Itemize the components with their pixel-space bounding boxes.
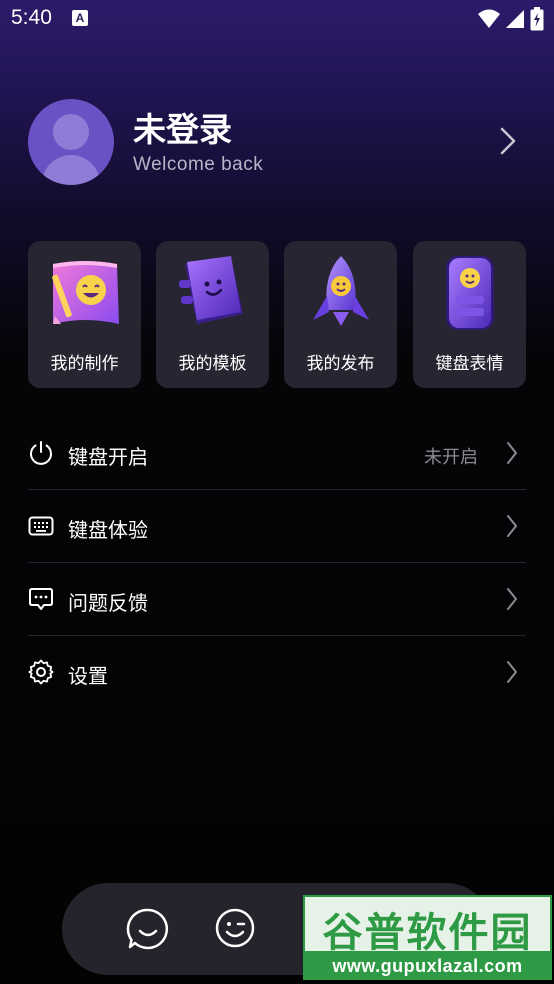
card-label: 我的制作 bbox=[50, 354, 119, 374]
menu-item-keyboard-enable[interactable]: 键盘开启 未开启 bbox=[28, 417, 526, 490]
rocket-icon bbox=[313, 256, 369, 326]
purple-book-icon bbox=[179, 256, 243, 324]
smiley-notebook-icon bbox=[52, 261, 119, 324]
emoji-phone-icon bbox=[446, 256, 494, 330]
menu-label: 键盘开启 bbox=[68, 445, 148, 469]
card-keyboard-emoji[interactable]: 键盘表情 bbox=[413, 241, 526, 388]
menu-item-feedback[interactable]: 问题反馈 bbox=[28, 563, 526, 636]
watermark: 谷普软件园 www.gupuxlazal.com bbox=[303, 895, 552, 980]
keyboard-icon bbox=[28, 516, 54, 536]
status-time: 5:40 bbox=[11, 6, 52, 29]
watermark-panel: 谷普软件园 bbox=[303, 895, 552, 956]
feedback-icon bbox=[29, 588, 53, 610]
notification-icon: A bbox=[72, 10, 88, 26]
menu-item-settings[interactable]: 设置 bbox=[28, 636, 526, 709]
avatar[interactable] bbox=[28, 99, 114, 185]
chevron-right-icon bbox=[507, 588, 517, 610]
profile-subtitle: Welcome back bbox=[133, 154, 264, 175]
watermark-title: 谷普软件园 bbox=[322, 910, 533, 956]
avatar-body bbox=[42, 155, 100, 185]
menu-status: 未开启 bbox=[424, 447, 478, 468]
gear-icon bbox=[28, 659, 54, 685]
card-label: 我的发布 bbox=[306, 354, 375, 374]
status-icons bbox=[478, 7, 544, 31]
chevron-right-icon bbox=[507, 661, 517, 683]
chevron-right-icon[interactable] bbox=[500, 127, 516, 155]
power-icon bbox=[30, 441, 52, 465]
watermark-url: www.gupuxlazal.com bbox=[303, 953, 552, 980]
chat-bubble-icon[interactable] bbox=[126, 907, 170, 951]
wifi-icon bbox=[478, 9, 500, 28]
card-label: 我的模板 bbox=[178, 354, 247, 374]
battery-icon bbox=[530, 7, 544, 31]
feature-cards: 我的制作 我的模板 我的发布 键盘表情 bbox=[28, 241, 526, 388]
menu-item-keyboard-trial[interactable]: 键盘体验 bbox=[28, 490, 526, 563]
card-my-templates[interactable]: 我的模板 bbox=[156, 241, 269, 388]
avatar-head bbox=[53, 114, 89, 150]
profile-name: 未登录 bbox=[133, 110, 232, 149]
profile-header[interactable]: 未登录 Welcome back bbox=[28, 99, 526, 185]
status-bar: 5:40 A bbox=[0, 0, 554, 38]
card-my-publications[interactable]: 我的发布 bbox=[284, 241, 397, 388]
wink-face-icon[interactable] bbox=[214, 907, 256, 949]
signal-icon bbox=[506, 10, 524, 28]
menu-label: 问题反馈 bbox=[68, 591, 148, 615]
card-my-creations[interactable]: 我的制作 bbox=[28, 241, 141, 388]
card-label: 键盘表情 bbox=[435, 354, 504, 374]
chevron-right-icon bbox=[507, 442, 517, 464]
menu-label: 设置 bbox=[68, 664, 108, 688]
menu-label: 键盘体验 bbox=[68, 518, 148, 542]
chevron-right-icon bbox=[507, 515, 517, 537]
settings-menu: 键盘开启 未开启 键盘体验 问题反馈 设置 bbox=[28, 417, 526, 709]
